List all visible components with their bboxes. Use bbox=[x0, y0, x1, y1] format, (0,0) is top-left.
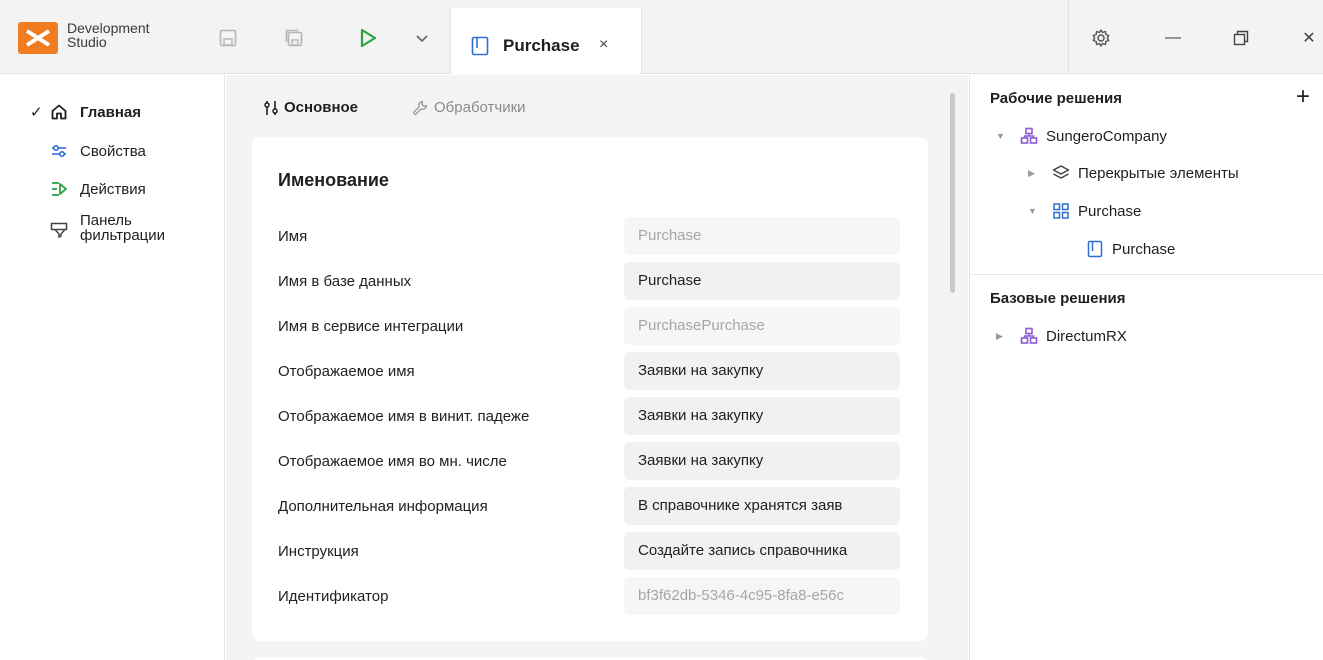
save-all-button[interactable] bbox=[280, 24, 308, 52]
collapsed-arrow-icon: ▶ bbox=[1028, 167, 1035, 178]
integration-name-field[interactable]: PurchasePurchase bbox=[624, 307, 900, 345]
run-dropdown-button[interactable] bbox=[408, 24, 436, 52]
tab-handlers[interactable]: Обработчики bbox=[412, 99, 526, 116]
add-solution-button[interactable]: + bbox=[1296, 83, 1310, 111]
work-solutions-title: Рабочие решения bbox=[990, 90, 1123, 107]
tab-close-button[interactable]: × bbox=[599, 36, 608, 54]
sliders-icon bbox=[48, 142, 70, 160]
check-icon: ✓ bbox=[30, 104, 43, 121]
wrench-icon bbox=[412, 100, 428, 115]
nav-label-filter-panel: Панель фильтрации bbox=[80, 212, 166, 244]
save-icon bbox=[219, 29, 237, 47]
properties-tab-icon bbox=[264, 100, 278, 115]
actions-icon bbox=[48, 180, 70, 198]
field-label-plural-name: Отображаемое имя во мн. числе bbox=[278, 453, 507, 470]
expanded-arrow-icon: ▼ bbox=[996, 131, 1005, 141]
tree-item-directumrx[interactable]: ▶ DirectumRX bbox=[996, 327, 1127, 345]
module-icon bbox=[1052, 202, 1070, 220]
instruction-field[interactable]: Создайте запись справочника bbox=[624, 532, 900, 570]
accusative-name-field[interactable]: Заявки на закупку bbox=[624, 397, 900, 435]
solution-icon bbox=[1020, 127, 1038, 145]
section-title: Именование bbox=[278, 170, 389, 190]
play-icon bbox=[360, 28, 377, 48]
solutions-panel: Рабочие решения + ▼ SungeroCompany ▶ Пер… bbox=[969, 75, 1323, 660]
nav-label-actions: Действия bbox=[80, 180, 146, 198]
plural-name-field[interactable]: Заявки на закупку bbox=[624, 442, 900, 480]
app-brand: Development Studio bbox=[67, 20, 150, 50]
section-divider bbox=[970, 274, 1323, 275]
title-bar: Development Studio Purchase × — ✕ bbox=[0, 0, 1323, 74]
restore-icon bbox=[1233, 30, 1249, 46]
field-label-integration-name: Имя в сервисе интеграции bbox=[278, 318, 464, 335]
chevron-down-icon bbox=[416, 35, 428, 43]
nav-item-home[interactable]: ✓ Главная bbox=[30, 103, 142, 122]
display-name-field[interactable]: Заявки на закупку bbox=[624, 352, 900, 390]
tree-item-purchase-entity[interactable]: Purchase bbox=[1086, 240, 1175, 258]
tab-purchase[interactable]: Purchase × bbox=[450, 8, 642, 74]
field-label-accusative-name: Отображаемое имя в винит. падеже bbox=[278, 408, 530, 425]
left-nav: ✓ Главная Свойства Действия Панель фильт… bbox=[0, 75, 225, 660]
home-icon bbox=[48, 103, 70, 121]
identifier-field[interactable]: bf3f62db-5346-4c95-8fa8-e56c bbox=[624, 577, 900, 615]
nav-label-properties: Свойства bbox=[80, 142, 146, 160]
restore-button[interactable] bbox=[1227, 24, 1255, 52]
document-icon bbox=[471, 36, 489, 56]
solution-icon bbox=[1020, 327, 1038, 345]
nav-label-home: Главная bbox=[80, 103, 142, 121]
close-window-button[interactable]: ✕ bbox=[1295, 24, 1323, 52]
tree-item-purchase-module[interactable]: ▼ Purchase bbox=[1028, 202, 1141, 220]
field-label-identifier: Идентификатор bbox=[278, 588, 389, 605]
document-icon bbox=[1086, 240, 1104, 258]
filter-panel-icon bbox=[48, 221, 70, 239]
db-name-field[interactable]: Purchase bbox=[624, 262, 900, 300]
tab-main[interactable]: Основное bbox=[264, 99, 358, 116]
field-label-name: Имя bbox=[278, 228, 308, 245]
expanded-arrow-icon: ▼ bbox=[1028, 206, 1037, 216]
field-label-display-name: Отображаемое имя bbox=[278, 363, 415, 380]
main-editor: Основное Обработчики Именование Имя Purc… bbox=[226, 75, 968, 660]
save-all-icon bbox=[285, 29, 303, 47]
nav-item-actions[interactable]: Действия bbox=[30, 180, 146, 198]
tree-item-overridden[interactable]: ▶ Перекрытые элементы bbox=[1028, 164, 1239, 182]
nav-item-properties[interactable]: Свойства bbox=[30, 142, 146, 160]
base-solutions-title: Базовые решения bbox=[990, 290, 1126, 307]
field-label-additional-info: Дополнительная информация bbox=[278, 498, 488, 515]
naming-card: Именование Имя Purchase Имя в базе данны… bbox=[252, 137, 928, 641]
settings-button[interactable] bbox=[1087, 24, 1115, 52]
minimize-button[interactable]: — bbox=[1159, 24, 1187, 52]
app-logo bbox=[18, 22, 58, 54]
collapsed-arrow-icon: ▶ bbox=[996, 330, 1003, 341]
run-button[interactable] bbox=[354, 24, 382, 52]
field-label-db-name: Имя в базе данных bbox=[278, 273, 412, 290]
field-label-instruction: Инструкция bbox=[278, 543, 359, 560]
name-field[interactable]: Purchase bbox=[624, 217, 900, 255]
window-controls: — ✕ bbox=[1068, 0, 1323, 74]
tree-item-sungerocompany[interactable]: ▼ SungeroCompany bbox=[996, 127, 1167, 145]
scrollbar-thumb[interactable] bbox=[950, 93, 955, 293]
additional-info-field[interactable]: В справочнике хранятся заяв bbox=[624, 487, 900, 525]
save-button[interactable] bbox=[214, 24, 242, 52]
layers-icon bbox=[1052, 164, 1070, 182]
nav-item-filter-panel[interactable]: Панель фильтрации bbox=[30, 213, 165, 243]
gear-icon bbox=[1092, 29, 1110, 47]
tab-title: Purchase bbox=[503, 36, 580, 55]
